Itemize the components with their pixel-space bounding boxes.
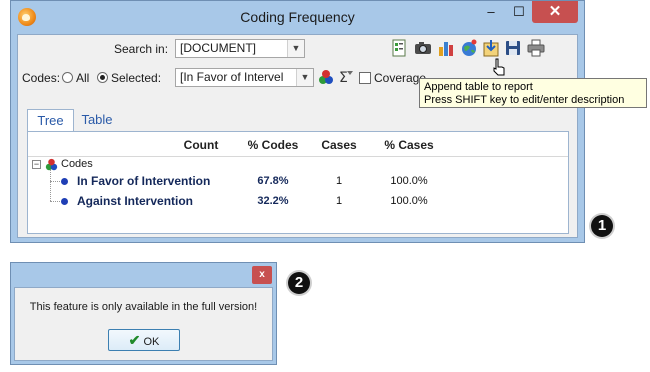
codes-selected-label: Selected: bbox=[111, 71, 162, 85]
close-button[interactable]: ✕ bbox=[532, 1, 578, 23]
selected-codes-combo[interactable]: [In Favor of Intervel ▼ bbox=[175, 68, 314, 87]
tree-connector bbox=[50, 201, 60, 203]
search-in-value: [DOCUMENT] bbox=[180, 41, 256, 55]
callout-marker-1: 1 bbox=[591, 215, 613, 237]
checklist-icon[interactable] bbox=[389, 38, 409, 58]
column-header-cases[interactable]: Cases bbox=[310, 138, 368, 152]
table-row-label[interactable]: Against Intervention bbox=[77, 194, 193, 208]
tree-connector bbox=[50, 181, 60, 183]
append-report-icon[interactable] bbox=[481, 38, 501, 58]
tree-root-label: Codes bbox=[61, 158, 93, 170]
table-cell-cases: 1 bbox=[335, 195, 343, 207]
table-cell-pct-cases: 100.0% bbox=[390, 195, 428, 207]
dialog-message: This feature is only available in the fu… bbox=[29, 301, 258, 313]
selected-codes-value: [In Favor of Intervel bbox=[180, 70, 284, 84]
minimize-button[interactable]: – bbox=[477, 1, 505, 23]
chevron-down-icon: ▼ bbox=[296, 69, 313, 86]
code-color-dot-icon bbox=[61, 178, 68, 185]
column-header-pct-codes[interactable]: % Codes bbox=[236, 138, 310, 152]
table-cell-pct-codes: 32.2% bbox=[257, 195, 289, 207]
maximize-button[interactable]: ☐ bbox=[505, 1, 533, 23]
camera-icon[interactable] bbox=[413, 38, 433, 58]
ok-button[interactable]: ✔ OK bbox=[108, 329, 180, 351]
collapse-toggle-icon[interactable]: − bbox=[32, 160, 41, 169]
codes-selected-radio[interactable] bbox=[97, 72, 108, 83]
table-cell-pct-cases: 100.0% bbox=[390, 175, 428, 187]
mouse-pointer-icon bbox=[493, 58, 505, 76]
coding-frequency-window: Coding Frequency – ☐ ✕ Search in: [DOCUM… bbox=[10, 0, 585, 243]
svg-text:Σ: Σ bbox=[339, 70, 348, 86]
callout-marker-2: 2 bbox=[288, 272, 310, 294]
tooltip-line-2: Press SHIFT key to edit/enter descriptio… bbox=[424, 94, 625, 106]
globe-icon[interactable] bbox=[459, 38, 479, 58]
codes-label: Codes: bbox=[22, 71, 61, 85]
header-divider bbox=[28, 156, 568, 157]
title-bar: Coding Frequency – ☐ ✕ bbox=[11, 1, 584, 34]
chevron-down-icon: ▼ bbox=[287, 40, 304, 57]
code-tree-icon[interactable] bbox=[318, 69, 334, 85]
table-cell-cases: 1 bbox=[335, 175, 343, 187]
ok-button-label: OK bbox=[143, 336, 160, 348]
table-row-label[interactable]: In Favor of Intervention bbox=[77, 174, 210, 188]
search-in-combo[interactable]: [DOCUMENT] ▼ bbox=[175, 39, 305, 58]
codes-all-radio[interactable] bbox=[62, 72, 73, 83]
column-header-pct-cases[interactable]: % Cases bbox=[368, 138, 450, 152]
print-icon[interactable] bbox=[526, 38, 546, 58]
coverage-checkbox[interactable] bbox=[359, 72, 371, 84]
checkmark-icon: ✔ bbox=[128, 332, 141, 348]
tree-connector bbox=[50, 170, 52, 201]
results-table: Count % Codes Cases % Cases − Codes In F… bbox=[27, 131, 569, 234]
search-in-label: Search in: bbox=[114, 42, 169, 56]
table-cell-pct-codes: 67.8% bbox=[257, 175, 289, 187]
tab-table[interactable]: Table bbox=[76, 109, 118, 131]
tooltip-line-1: Append table to report bbox=[424, 81, 533, 93]
sigma-filter-icon[interactable]: Σ bbox=[337, 68, 355, 86]
dialog-client-area: This feature is only available in the fu… bbox=[14, 287, 273, 361]
append-table-tooltip: Append table to report Press SHIFT key t… bbox=[419, 78, 647, 108]
tab-tree[interactable]: Tree bbox=[27, 109, 74, 131]
dialog-close-button[interactable]: x bbox=[252, 266, 272, 284]
save-icon[interactable] bbox=[503, 38, 523, 58]
codes-all-label: All bbox=[76, 71, 90, 85]
full-version-dialog: x This feature is only available in the … bbox=[10, 262, 277, 365]
column-header-count[interactable]: Count bbox=[166, 138, 236, 152]
code-color-dot-icon bbox=[61, 198, 68, 205]
bar-chart-icon[interactable] bbox=[436, 38, 456, 58]
